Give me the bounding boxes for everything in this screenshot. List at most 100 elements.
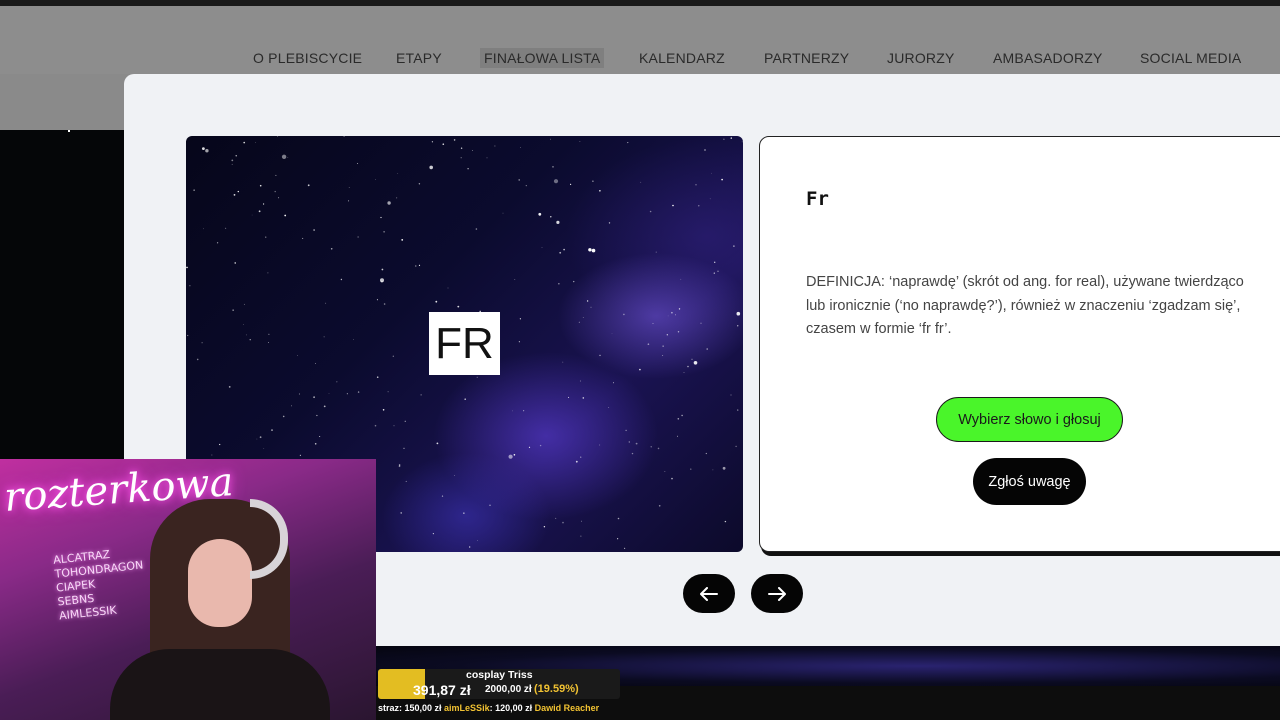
next-button[interactable] bbox=[751, 574, 803, 613]
star bbox=[383, 303, 386, 305]
star bbox=[418, 264, 421, 266]
star bbox=[711, 172, 712, 174]
star bbox=[464, 398, 467, 401]
star bbox=[559, 251, 562, 254]
star bbox=[234, 262, 236, 264]
star bbox=[512, 410, 513, 412]
star bbox=[393, 425, 395, 427]
nav-item-social-media[interactable]: SOCIAL MEDIA bbox=[1140, 50, 1241, 66]
star bbox=[672, 204, 674, 207]
star bbox=[706, 348, 708, 350]
star bbox=[453, 139, 456, 141]
nav-item-ambasadorzy[interactable]: AMBASADORZY bbox=[993, 50, 1103, 66]
star bbox=[211, 454, 213, 456]
star bbox=[713, 272, 715, 274]
star bbox=[340, 278, 343, 281]
star bbox=[447, 287, 449, 289]
star bbox=[259, 184, 262, 187]
star bbox=[382, 409, 385, 411]
star bbox=[259, 436, 262, 439]
star bbox=[348, 200, 350, 202]
star bbox=[263, 203, 265, 205]
star bbox=[460, 147, 463, 149]
star bbox=[357, 236, 359, 238]
star bbox=[635, 442, 638, 445]
star bbox=[575, 460, 578, 463]
star bbox=[538, 212, 542, 216]
star bbox=[611, 333, 613, 334]
star bbox=[639, 368, 641, 371]
donation-goal-percent: (19.59%) bbox=[534, 683, 579, 695]
star bbox=[243, 324, 244, 325]
star bbox=[258, 210, 261, 213]
nav-item-jurorzy[interactable]: JURORZY bbox=[887, 50, 955, 66]
star bbox=[671, 477, 673, 480]
star bbox=[730, 137, 732, 139]
star bbox=[592, 180, 594, 182]
star bbox=[189, 285, 191, 287]
star bbox=[722, 466, 726, 470]
star bbox=[387, 201, 391, 205]
star bbox=[647, 343, 650, 345]
star bbox=[431, 141, 433, 143]
star bbox=[586, 300, 589, 302]
star bbox=[193, 189, 195, 191]
nav-item-partnerzy[interactable]: PARTNERZY bbox=[764, 50, 849, 66]
vote-button[interactable]: Wybierz słowo i głosuj bbox=[936, 397, 1123, 442]
star bbox=[539, 444, 542, 447]
star bbox=[297, 355, 298, 356]
star bbox=[712, 469, 714, 471]
word-title: Fr bbox=[806, 188, 829, 210]
star bbox=[667, 315, 669, 317]
nav-item-kalendarz[interactable]: KALENDARZ bbox=[639, 50, 725, 66]
star bbox=[520, 147, 521, 148]
star bbox=[186, 266, 188, 269]
star bbox=[392, 355, 394, 357]
star bbox=[418, 183, 421, 185]
star bbox=[265, 236, 267, 238]
donation-goal-amount: 391,87 zł bbox=[413, 682, 471, 698]
star bbox=[232, 309, 234, 311]
star bbox=[681, 414, 683, 417]
star bbox=[677, 331, 680, 333]
star bbox=[553, 179, 559, 184]
star bbox=[401, 239, 404, 241]
word-definition: DEFINICJA: ‘naprawdę’ (skrót od ang. for… bbox=[806, 274, 1244, 337]
star bbox=[396, 197, 398, 199]
star bbox=[721, 178, 723, 181]
star bbox=[376, 299, 378, 301]
star bbox=[666, 334, 668, 336]
star bbox=[380, 216, 382, 219]
report-button[interactable]: Zgłoś uwagę bbox=[973, 458, 1086, 505]
star bbox=[581, 520, 582, 522]
star bbox=[319, 436, 321, 437]
star bbox=[231, 159, 234, 162]
star bbox=[202, 147, 205, 150]
star bbox=[281, 154, 287, 159]
streamer-body bbox=[110, 649, 330, 720]
nav-item-finalowa-lista[interactable]: FINAŁOWA LISTA bbox=[480, 48, 605, 68]
star bbox=[733, 245, 735, 247]
star bbox=[275, 174, 277, 176]
star bbox=[580, 456, 582, 458]
star bbox=[662, 355, 664, 356]
star bbox=[328, 393, 330, 395]
nav-item-o-plebiscycie[interactable]: O PLEBISCYCIE bbox=[253, 50, 362, 66]
nav-item-etapy[interactable]: ETAPY bbox=[396, 50, 442, 66]
star bbox=[599, 190, 601, 192]
star bbox=[454, 475, 455, 477]
star bbox=[298, 393, 300, 395]
star bbox=[657, 447, 660, 450]
star bbox=[617, 517, 620, 520]
star bbox=[550, 216, 552, 218]
star bbox=[201, 342, 203, 344]
star bbox=[608, 222, 611, 224]
star bbox=[314, 443, 317, 445]
star bbox=[263, 448, 265, 450]
star bbox=[460, 157, 462, 159]
prev-button[interactable] bbox=[683, 574, 735, 613]
star bbox=[277, 136, 279, 137]
star bbox=[381, 268, 384, 271]
star bbox=[494, 145, 496, 147]
star bbox=[562, 361, 564, 363]
